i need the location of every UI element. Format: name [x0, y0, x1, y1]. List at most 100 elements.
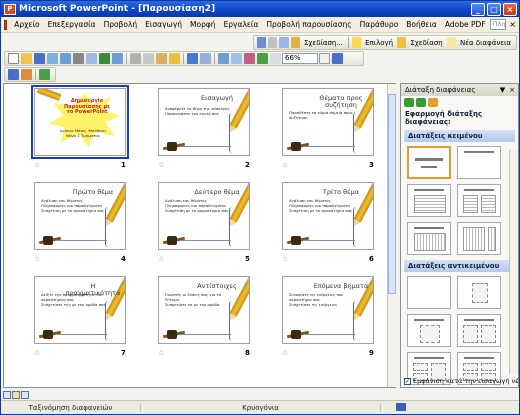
- hide-slide-icon[interactable]: [39, 69, 50, 80]
- menu-format[interactable]: Μορφή: [186, 20, 220, 29]
- layout-title-content[interactable]: [407, 314, 451, 347]
- normal-view-button[interactable]: [3, 390, 11, 399]
- print-icon[interactable]: [73, 53, 84, 64]
- forward-arrow-icon[interactable]: [416, 97, 426, 107]
- open-folder-icon[interactable]: [21, 53, 32, 64]
- slide-design-icon[interactable]: [397, 37, 407, 48]
- menu-window[interactable]: Παράθυρο: [356, 20, 403, 29]
- close-button[interactable]: ×: [503, 2, 517, 16]
- task-pane-menu-button[interactable]: ▼: [500, 84, 509, 96]
- paste-icon[interactable]: [156, 53, 167, 64]
- table-icon[interactable]: [231, 53, 242, 64]
- task-pane-close-button[interactable]: ×: [509, 84, 518, 96]
- permission-icon[interactable]: [47, 53, 58, 64]
- back-arrow-icon[interactable]: [404, 97, 414, 107]
- animation-star-icon[interactable]: ☆: [158, 255, 164, 263]
- layout-title-and-text[interactable]: [407, 184, 451, 217]
- animation-star-icon[interactable]: ☆: [158, 349, 164, 357]
- animation-star-icon[interactable]: ☆: [282, 161, 288, 169]
- slide-thumbnail-9[interactable]: Επόμενα βήματα Συνοψίστε τις ενέργειες π…: [282, 276, 374, 344]
- menu-view[interactable]: Προβολή: [100, 20, 142, 29]
- zoom-select[interactable]: 66%: [282, 53, 318, 64]
- slide-thumbnail-5[interactable]: Δεύτερο θέμα Ανάλυση του θέματος Πληροφο…: [158, 182, 250, 250]
- show-grid-icon[interactable]: [257, 53, 268, 64]
- slide-show-icon[interactable]: [8, 69, 19, 80]
- document-close-button[interactable]: ×: [506, 20, 519, 29]
- slide-bullet: Συσχέτιση με το ακροατήριο σας: [289, 209, 353, 213]
- object-layouts-header[interactable]: Διατάξεις αντικειμένου: [404, 260, 515, 272]
- chart-icon[interactable]: [218, 53, 229, 64]
- slide-bullet: Παραθέστε τα κύρια σημεία προς συζήτηση: [289, 111, 355, 115]
- highlight-icon[interactable]: [351, 37, 362, 48]
- view-icon[interactable]: [257, 37, 267, 48]
- text-layouts-header[interactable]: Διατάξεις κειμένου: [404, 130, 515, 142]
- help-search-input[interactable]: Πληκτρολογήστε ερώτηση: [489, 19, 507, 30]
- show-on-insert-checkbox[interactable]: ✓: [404, 377, 411, 385]
- menu-slideshow[interactable]: Προβολή παρουσίασης: [262, 20, 355, 29]
- layout-title-slide[interactable]: [407, 146, 451, 179]
- layout-blank[interactable]: [407, 276, 451, 309]
- copy-icon[interactable]: [143, 53, 154, 64]
- layout-vertical-text[interactable]: [407, 222, 451, 255]
- home-icon[interactable]: [428, 97, 438, 107]
- document-icon[interactable]: [4, 19, 8, 30]
- format-painter-icon[interactable]: [169, 53, 180, 64]
- layout-content[interactable]: [457, 276, 501, 309]
- slide-thumbnail-4[interactable]: Πρώτο θέμα Ανάλυση του θέματος Πληροφορί…: [34, 182, 126, 250]
- cut-icon[interactable]: [130, 53, 141, 64]
- minimize-button[interactable]: _: [471, 2, 485, 16]
- maximize-button[interactable]: □: [487, 2, 501, 16]
- workarea-scrollbar[interactable]: [387, 84, 396, 387]
- squiggle-line: [229, 113, 235, 153]
- print-preview-icon[interactable]: [86, 53, 97, 64]
- email-icon[interactable]: [60, 53, 71, 64]
- new-document-icon[interactable]: [8, 53, 19, 64]
- undo-icon[interactable]: [187, 53, 198, 64]
- slide-sorter-view-button[interactable]: [12, 390, 20, 399]
- slide-show-view-button[interactable]: [21, 390, 29, 399]
- research-icon[interactable]: [112, 53, 123, 64]
- new-slide-button[interactable]: Νέα διαφάνεια: [457, 39, 514, 47]
- spelling-icon[interactable]: [99, 53, 110, 64]
- save-icon[interactable]: [34, 53, 45, 64]
- slide-thumbnail-3[interactable]: Θέματα προς συζήτηση Παραθέστε τα κύρια …: [282, 88, 374, 156]
- layout-title-two-text[interactable]: [457, 184, 501, 217]
- animation-star-icon[interactable]: ☆: [34, 349, 40, 357]
- design-menu-button[interactable]: Σχεδίαση...: [301, 39, 346, 47]
- slide-thumbnail-6[interactable]: Τρίτο θέμα Ανάλυση του θέματος Πληροφορί…: [282, 182, 374, 250]
- slide-thumbnail-8[interactable]: Αντίστοιχες Γνωστές οι λύσεις σας για το…: [158, 276, 250, 344]
- design-icon[interactable]: [290, 37, 300, 48]
- task-pane-scrollbar[interactable]: [509, 150, 518, 374]
- animation-star-icon[interactable]: ☆: [282, 349, 288, 357]
- animation-star-icon[interactable]: ☆: [282, 255, 288, 263]
- slide-thumbnail-2[interactable]: Εισαγωγή Αναφέρετε το θέμα της σύσκεψης …: [158, 88, 250, 156]
- animation-star-icon[interactable]: ☆: [34, 255, 40, 263]
- layout-title-two-content[interactable]: [457, 314, 501, 347]
- menu-tools[interactable]: Εργαλεία: [220, 20, 263, 29]
- menu-adobe-pdf[interactable]: Adobe PDF: [441, 20, 490, 29]
- menu-help[interactable]: Βοήθεια: [402, 20, 441, 29]
- layout-vertical-title-text[interactable]: [457, 222, 501, 255]
- show-on-insert-option[interactable]: ✓ Εμφάνιση κατά την εισαγωγή νέων διαφαν…: [404, 377, 518, 385]
- color-grayscale-icon[interactable]: [244, 53, 255, 64]
- select-button[interactable]: Επιλογή: [362, 39, 396, 47]
- menu-edit[interactable]: Επεξεργασία: [44, 20, 100, 29]
- menu-file[interactable]: Αρχείο: [10, 20, 43, 29]
- powerpoint-app-icon[interactable]: P: [4, 3, 16, 15]
- transition-icon[interactable]: [21, 69, 32, 80]
- slide-thumbnail-1[interactable]: Δημιουργία Παρουσίασης με το PowerPoint …: [31, 85, 129, 159]
- slide-design-button[interactable]: Σχεδίαση: [407, 39, 445, 47]
- slide-thumbnail-7[interactable]: Η πραγματικότητα Δείξτε την πραγματικότη…: [34, 276, 126, 344]
- expand-all-icon[interactable]: [270, 53, 281, 64]
- redo-icon[interactable]: [200, 53, 211, 64]
- new-slide-icon[interactable]: [446, 37, 456, 48]
- zoom-dropdown-icon[interactable]: [319, 53, 330, 64]
- scrollbar-thumb[interactable]: [388, 94, 396, 294]
- menu-insert[interactable]: Εισαγωγή: [141, 20, 186, 29]
- animation-star-icon[interactable]: ☆: [34, 161, 40, 169]
- animation-star-icon[interactable]: ☆: [158, 161, 164, 169]
- expand-icon[interactable]: [279, 37, 289, 48]
- layout-title-only[interactable]: [457, 146, 501, 179]
- help-icon[interactable]: [332, 53, 343, 64]
- grayscale-icon[interactable]: [268, 37, 278, 48]
